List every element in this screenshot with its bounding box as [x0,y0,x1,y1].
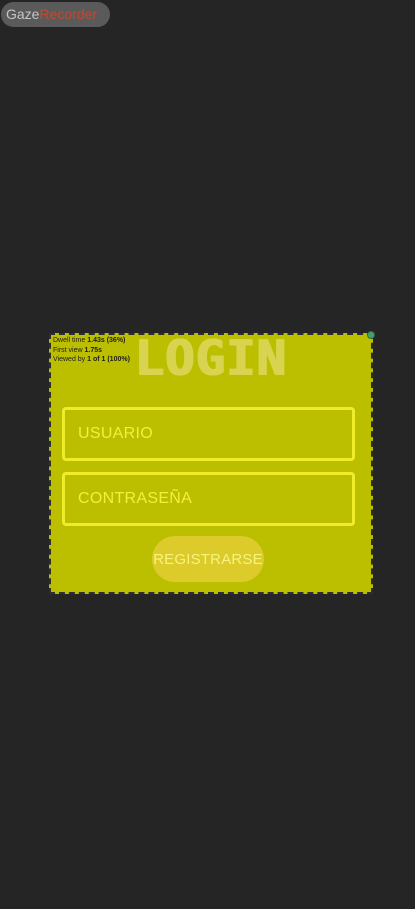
username-placeholder: USUARIO [78,425,153,442]
password-placeholder: CONTRASEÑA [78,490,193,507]
register-button-label: REGISTRARSE [153,550,263,568]
register-button[interactable]: REGISTRARSE [152,536,264,582]
brand-recorder-text: Recorder [39,6,98,22]
login-title: LOGIN [134,330,288,387]
username-field[interactable]: USUARIO [62,407,355,461]
brand-gaze-text: Gaze [6,6,40,22]
gaze-recorder-badge: GazeRecorder [1,2,110,27]
login-heatmap-region: Dwell time 1.43s (36%) First view 1.75s … [49,330,375,594]
password-field[interactable]: CONTRASEÑA [62,472,355,526]
